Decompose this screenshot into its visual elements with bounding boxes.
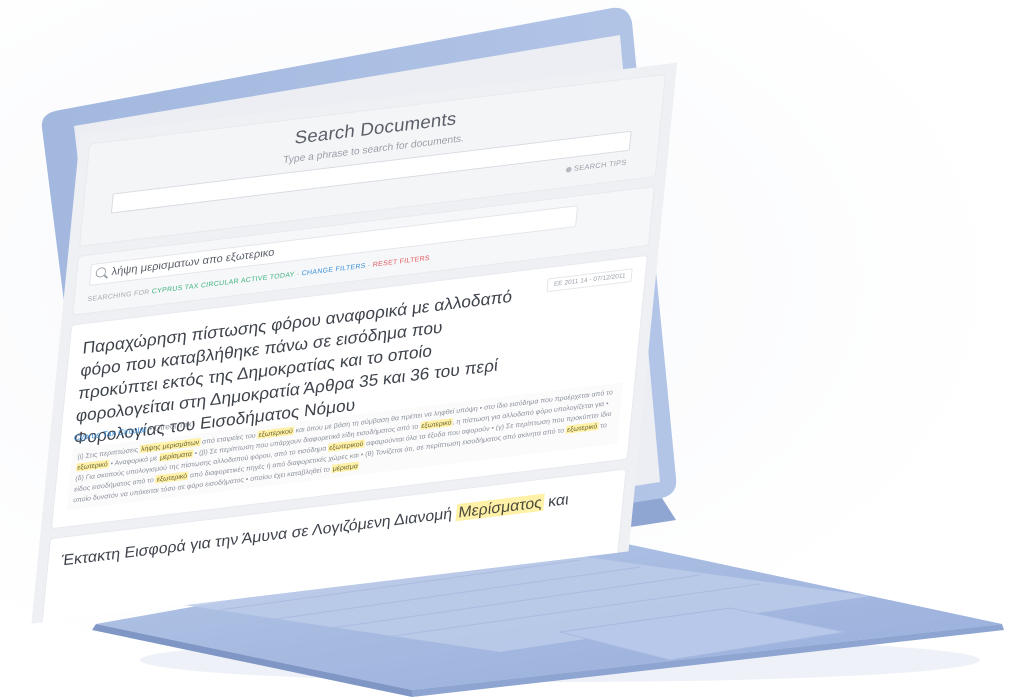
filter-prefix: SEARCHING FOR bbox=[87, 287, 151, 304]
query-text: λήψη μερισματων απο εξωτερικο bbox=[110, 245, 276, 278]
screen: Search Documents Type a phrase to search… bbox=[31, 62, 678, 624]
excerpt-highlight: μέρισμα bbox=[331, 461, 360, 473]
reset-filters-link[interactable]: RESET FILTERS bbox=[372, 254, 430, 269]
date-badge: ΕΕ 2011 14 - 07/12/2011 bbox=[546, 268, 633, 293]
search-tips-link[interactable]: SEARCH TIPS bbox=[565, 158, 627, 174]
filter-type: CYPRUS TAX CIRCULAR bbox=[151, 276, 240, 296]
result-title-highlight: Μερίσματος bbox=[455, 493, 545, 522]
info-icon bbox=[565, 166, 572, 173]
search-icon bbox=[95, 266, 107, 278]
excerpt-highlight: εξωτερικό bbox=[565, 421, 599, 434]
filter-separator: - bbox=[367, 260, 371, 270]
change-filters-link[interactable]: CHANGE FILTERS bbox=[301, 261, 366, 277]
search-tips-label: SEARCH TIPS bbox=[573, 158, 628, 173]
result-title-part: και bbox=[542, 490, 570, 511]
filter-status: ACTIVE TODAY bbox=[240, 269, 295, 285]
filter-separator: - bbox=[296, 269, 300, 278]
stage: Search Documents Type a phrase to search… bbox=[0, 0, 1020, 697]
